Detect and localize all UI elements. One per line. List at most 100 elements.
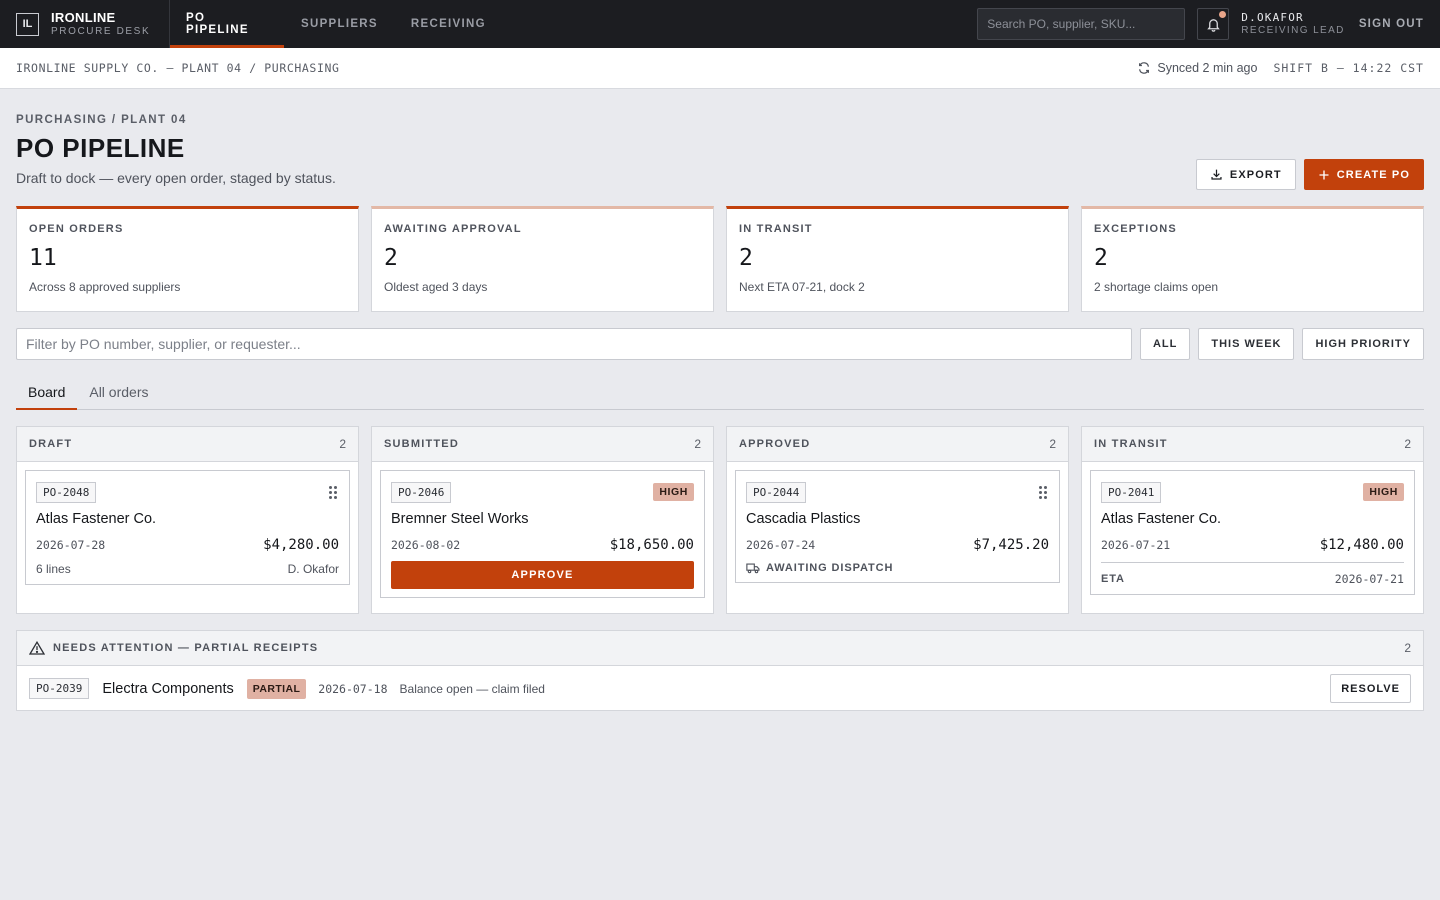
stat-value: 2 <box>739 245 753 271</box>
breadcrumb: PURCHASING / PLANT 04 <box>16 114 187 126</box>
sign-out-button[interactable]: SIGN OUT <box>1359 18 1424 30</box>
supplier-name: Electra Components <box>102 680 234 697</box>
requester: D. Okafor <box>287 562 339 576</box>
page-header: PURCHASING / PLANT 04 PO PIPELINE Draft … <box>16 114 1424 190</box>
column-in-transit: IN TRANSIT 2 PO-2041 HIGH Atlas Fastener… <box>1081 426 1424 614</box>
stat-label: EXCEPTIONS <box>1094 223 1177 235</box>
po-number: PO-2044 <box>746 481 807 503</box>
approve-button[interactable]: APPROVE <box>391 561 694 589</box>
kanban-board: DRAFT 2 PO-2048 Atlas Fastener Co. 2026-… <box>16 426 1424 614</box>
po-number: PO-2039 <box>29 678 90 699</box>
dispatch-status: AWAITING DISPATCH <box>746 562 1049 574</box>
stat-note: Next ETA 07-21, dock 2 <box>739 280 865 294</box>
po-amount: $18,650.00 <box>609 537 694 553</box>
priority-badge: HIGH <box>653 483 694 501</box>
nav-receiving[interactable]: RECEIVING <box>395 0 502 48</box>
export-button[interactable]: EXPORT <box>1195 159 1296 190</box>
stat-awaiting-approval[interactable]: AWAITING APPROVAL 2 Oldest aged 3 days <box>371 206 714 312</box>
column-count: 2 <box>694 437 701 451</box>
supplier-name: Cascadia Plastics <box>746 511 861 527</box>
tab-all-orders[interactable]: All orders <box>77 374 160 409</box>
due-date: 2026-08-02 <box>391 538 461 552</box>
attention-row[interactable]: PO-2039 Electra Components PARTIAL 2026-… <box>17 666 1423 711</box>
column-count: 2 <box>339 437 346 451</box>
sync-status[interactable]: Synced 2 min ago <box>1137 61 1257 75</box>
receipt-date: 2026-07-18 <box>318 681 388 696</box>
po-number: PO-2046 <box>391 481 452 503</box>
attention-title: NEEDS ATTENTION — PARTIAL RECEIPTS <box>53 642 319 654</box>
user-role: RECEIVING LEAD <box>1241 24 1345 36</box>
supplier-name: Atlas Fastener Co. <box>1101 511 1222 527</box>
due-date: 2026-07-28 <box>36 538 106 552</box>
dispatch-status-text: AWAITING DISPATCH <box>766 562 894 574</box>
supplier-name: Bremner Steel Works <box>391 511 529 527</box>
filter-chip-high-priority[interactable]: HIGH PRIORITY <box>1302 328 1424 360</box>
supplier-name: Atlas Fastener Co. <box>36 511 157 527</box>
column-count: 2 <box>1049 437 1056 451</box>
column-title: DRAFT <box>29 438 73 450</box>
user-profile[interactable]: D.OKAFOR RECEIVING LEAD <box>1241 11 1345 37</box>
filter-input[interactable] <box>16 328 1132 360</box>
bell-icon <box>1207 18 1220 32</box>
line-count: 6 lines <box>36 562 71 576</box>
partial-badge: PARTIAL <box>246 678 307 699</box>
create-po-label: CREATE PO <box>1336 168 1410 181</box>
stat-open-orders[interactable]: OPEN ORDERS 11 Across 8 approved supplie… <box>16 206 359 312</box>
global-search-input[interactable] <box>977 8 1186 40</box>
filter-bar: ALL THIS WEEK HIGH PRIORITY <box>16 328 1424 360</box>
stat-note: Across 8 approved suppliers <box>29 280 181 294</box>
context-path: IRONLINE SUPPLY CO. — PLANT 04 / PURCHAS… <box>16 61 340 75</box>
truck-icon <box>746 563 760 574</box>
column-draft: DRAFT 2 PO-2048 Atlas Fastener Co. 2026-… <box>16 426 359 614</box>
stat-value: 2 <box>1094 245 1108 271</box>
stat-value: 11 <box>29 245 57 271</box>
column-title: IN TRANSIT <box>1094 438 1168 450</box>
eta-label: ETA <box>1101 573 1125 585</box>
sync-text: Synced 2 min ago <box>1157 61 1258 75</box>
po-number: PO-2048 <box>36 481 97 503</box>
stat-in-transit[interactable]: IN TRANSIT 2 Next ETA 07-21, dock 2 <box>726 206 1069 312</box>
attention-note: Balance open — claim filed <box>399 681 545 696</box>
context-bar: IRONLINE SUPPLY CO. — PLANT 04 / PURCHAS… <box>0 48 1440 89</box>
eta-date: 2026-07-21 <box>1334 572 1404 586</box>
create-po-button[interactable]: CREATE PO <box>1303 159 1424 190</box>
stat-exceptions[interactable]: EXCEPTIONS 2 2 shortage claims open <box>1081 206 1424 312</box>
po-card[interactable]: PO-2048 Atlas Fastener Co. 2026-07-28 $4… <box>25 470 350 585</box>
brand-logo-icon: IL <box>16 12 39 36</box>
brand[interactable]: IL IRONLINE PROCURE DESK <box>0 0 170 48</box>
download-icon <box>1211 169 1222 180</box>
filter-chip-this-week[interactable]: THIS WEEK <box>1198 328 1295 360</box>
tab-board[interactable]: Board <box>16 374 78 410</box>
top-bar: IL IRONLINE PROCURE DESK PO PIPELINE SUP… <box>0 0 1440 48</box>
po-number: PO-2041 <box>1101 481 1162 503</box>
needs-attention-panel: NEEDS ATTENTION — PARTIAL RECEIPTS 2 PO-… <box>16 630 1424 711</box>
drag-handle-icon[interactable] <box>1039 485 1049 499</box>
po-card[interactable]: PO-2044 Cascadia Plastics 2026-07-24 $7,… <box>735 470 1060 583</box>
due-date: 2026-07-21 <box>1101 538 1171 552</box>
stat-note: Oldest aged 3 days <box>384 280 488 294</box>
stat-label: AWAITING APPROVAL <box>384 223 522 235</box>
attention-count: 2 <box>1404 641 1411 655</box>
export-label: EXPORT <box>1229 168 1282 181</box>
stat-value: 2 <box>384 245 398 271</box>
nav-suppliers[interactable]: SUPPLIERS <box>285 0 394 48</box>
stat-label: OPEN ORDERS <box>29 223 124 235</box>
shift-indicator: SHIFT B — 14:22 CST <box>1273 61 1424 75</box>
drag-handle-icon[interactable] <box>329 485 339 499</box>
column-count: 2 <box>1404 437 1411 451</box>
po-card[interactable]: PO-2041 HIGH Atlas Fastener Co. 2026-07-… <box>1090 470 1415 595</box>
plus-icon <box>1319 170 1329 179</box>
sync-icon <box>1139 62 1150 74</box>
brand-name: IRONLINE <box>51 10 116 26</box>
column-submitted: SUBMITTED 2 PO-2046 HIGH Bremner Steel W… <box>371 426 714 614</box>
resolve-button[interactable]: RESOLVE <box>1330 674 1411 703</box>
po-card[interactable]: PO-2046 HIGH Bremner Steel Works 2026-08… <box>380 470 705 598</box>
warning-icon <box>29 641 45 655</box>
stat-label: IN TRANSIT <box>739 223 813 235</box>
notifications-button[interactable] <box>1197 8 1230 40</box>
nav-po-pipeline[interactable]: PO PIPELINE <box>170 0 284 48</box>
column-title: SUBMITTED <box>384 438 459 450</box>
filter-chip-all[interactable]: ALL <box>1139 328 1191 360</box>
po-amount: $7,425.20 <box>973 537 1049 553</box>
notification-dot <box>1219 11 1227 18</box>
